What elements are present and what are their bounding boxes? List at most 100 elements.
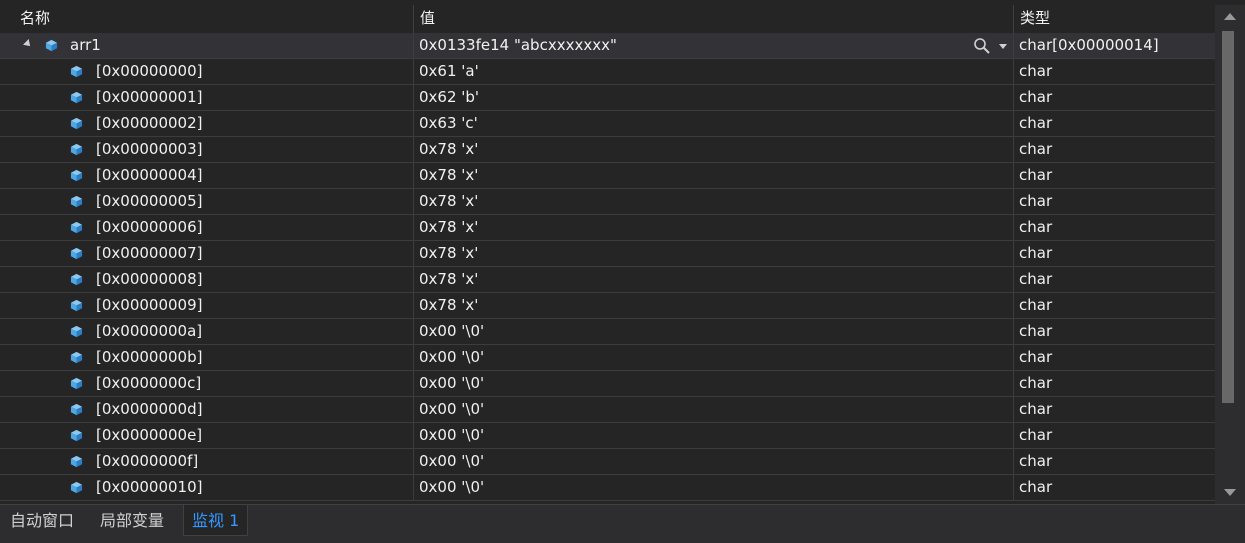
watch-row[interactable]: [0x0000000b] 0x00 '\0' char bbox=[0, 345, 1215, 371]
name-cell: [0x00000004] bbox=[0, 163, 414, 188]
element-value[interactable]: 0x00 '\0' bbox=[414, 371, 1014, 396]
element-name: [0x00000000] bbox=[96, 62, 203, 80]
watch-row[interactable]: [0x0000000c] 0x00 '\0' char bbox=[0, 371, 1215, 397]
element-value[interactable]: 0x78 'x' bbox=[414, 189, 1014, 214]
watch-row[interactable]: [0x00000001] 0x62 'b' char bbox=[0, 85, 1215, 111]
watch-row[interactable]: [0x00000009] 0x78 'x' char bbox=[0, 293, 1215, 319]
name-cell: [0x0000000b] bbox=[0, 345, 414, 370]
watch-row[interactable]: [0x00000000] 0x61 'a' char bbox=[0, 59, 1215, 85]
cube-icon bbox=[70, 91, 83, 104]
watch-row[interactable]: [0x00000002] 0x63 'c' char bbox=[0, 111, 1215, 137]
element-name: [0x0000000a] bbox=[96, 322, 203, 340]
element-type: char bbox=[1019, 452, 1053, 470]
tab-3[interactable]: 监视 1 bbox=[183, 505, 249, 536]
element-type: char bbox=[1019, 400, 1053, 418]
watch-row[interactable]: [0x0000000e] 0x00 '\0' char bbox=[0, 423, 1215, 449]
watch-row[interactable]: [0x0000000a] 0x00 '\0' char bbox=[0, 319, 1215, 345]
scroll-up-icon[interactable] bbox=[1224, 13, 1236, 20]
search-icon[interactable] bbox=[973, 37, 991, 55]
watch-row[interactable]: [0x00000007] 0x78 'x' char bbox=[0, 241, 1215, 267]
element-type: char bbox=[1019, 478, 1053, 496]
header-name[interactable]: 名称 bbox=[14, 5, 414, 33]
name-cell: [0x00000005] bbox=[0, 189, 414, 214]
root-type: char[0x00000014] bbox=[1019, 36, 1159, 54]
watch-row[interactable]: [0x00000006] 0x78 'x' char bbox=[0, 215, 1215, 241]
vertical-scrollbar[interactable] bbox=[1215, 5, 1245, 504]
element-value[interactable]: 0x00 '\0' bbox=[414, 475, 1014, 500]
element-type: char bbox=[1019, 166, 1053, 184]
header-value[interactable]: 值 bbox=[414, 5, 1014, 33]
element-name: [0x0000000f] bbox=[96, 452, 199, 470]
element-name: [0x00000010] bbox=[96, 478, 203, 496]
watch-row[interactable]: [0x00000004] 0x78 'x' char bbox=[0, 163, 1215, 189]
name-cell: [0x00000010] bbox=[0, 475, 414, 500]
watch-row[interactable]: [0x00000008] 0x78 'x' char bbox=[0, 267, 1215, 293]
name-cell: [0x0000000c] bbox=[0, 371, 414, 396]
cube-icon bbox=[70, 169, 83, 182]
chevron-down-icon[interactable] bbox=[999, 44, 1007, 49]
root-value-cell[interactable]: 0x0133fe14 "abcxxxxxxx" bbox=[414, 33, 1014, 58]
expand-triangle-icon[interactable] bbox=[23, 39, 33, 49]
tab-1[interactable]: 自动窗口 bbox=[2, 505, 82, 536]
element-value[interactable]: 0x00 '\0' bbox=[414, 397, 1014, 422]
cube-icon bbox=[70, 429, 83, 442]
cube-icon bbox=[70, 65, 83, 78]
element-type: char bbox=[1019, 296, 1053, 314]
element-type: char bbox=[1019, 374, 1053, 392]
root-value: 0x0133fe14 "abcxxxxxxx" bbox=[419, 36, 617, 54]
scroll-down-icon[interactable] bbox=[1224, 489, 1236, 496]
element-value[interactable]: 0x00 '\0' bbox=[414, 423, 1014, 448]
cube-icon bbox=[70, 143, 83, 156]
cube-icon bbox=[70, 455, 83, 468]
element-name: [0x0000000e] bbox=[96, 426, 203, 444]
element-type: char bbox=[1019, 88, 1053, 106]
element-value[interactable]: 0x78 'x' bbox=[414, 241, 1014, 266]
cube-icon bbox=[70, 195, 83, 208]
cube-icon bbox=[70, 273, 83, 286]
watch-row[interactable]: [0x00000003] 0x78 'x' char bbox=[0, 137, 1215, 163]
name-cell: [0x00000006] bbox=[0, 215, 414, 240]
element-name: [0x0000000b] bbox=[96, 348, 203, 366]
watch-row-root[interactable]: arr1 0x0133fe14 "abcxxxxxxx" char[0x0000… bbox=[0, 33, 1215, 59]
cube-icon bbox=[45, 39, 58, 52]
element-value[interactable]: 0x78 'x' bbox=[414, 293, 1014, 318]
watch-row[interactable]: [0x00000010] 0x00 '\0' char bbox=[0, 475, 1215, 501]
scroll-thumb[interactable] bbox=[1222, 31, 1234, 403]
column-header: 名称 值 类型 bbox=[0, 5, 1215, 33]
watch-row[interactable]: [0x0000000d] 0x00 '\0' char bbox=[0, 397, 1215, 423]
element-name: [0x00000008] bbox=[96, 270, 203, 288]
element-value[interactable]: 0x78 'x' bbox=[414, 267, 1014, 292]
watch-rows: arr1 0x0133fe14 "abcxxxxxxx" char[0x0000… bbox=[0, 33, 1215, 501]
element-value[interactable]: 0x78 'x' bbox=[414, 163, 1014, 188]
cube-icon bbox=[70, 325, 83, 338]
tab-2[interactable]: 局部变量 bbox=[92, 505, 172, 536]
element-type: char bbox=[1019, 192, 1053, 210]
cube-icon bbox=[70, 403, 83, 416]
watch-row[interactable]: [0x00000005] 0x78 'x' char bbox=[0, 189, 1215, 215]
element-type: char bbox=[1019, 426, 1053, 444]
name-cell: [0x00000008] bbox=[0, 267, 414, 292]
element-type: char bbox=[1019, 114, 1053, 132]
element-value[interactable]: 0x78 'x' bbox=[414, 137, 1014, 162]
tab-bar: 自动窗口 局部变量 监视 1 bbox=[0, 504, 1245, 543]
header-type[interactable]: 类型 bbox=[1014, 5, 1215, 33]
element-type: char bbox=[1019, 270, 1053, 288]
element-value[interactable]: 0x00 '\0' bbox=[414, 319, 1014, 344]
element-type: char bbox=[1019, 140, 1053, 158]
element-value[interactable]: 0x00 '\0' bbox=[414, 449, 1014, 474]
element-value[interactable]: 0x61 'a' bbox=[414, 59, 1014, 84]
element-type: char bbox=[1019, 348, 1053, 366]
name-cell: [0x0000000d] bbox=[0, 397, 414, 422]
cube-icon bbox=[70, 481, 83, 494]
element-value[interactable]: 0x00 '\0' bbox=[414, 345, 1014, 370]
element-name: [0x00000005] bbox=[96, 192, 203, 210]
cube-icon bbox=[70, 247, 83, 260]
element-value[interactable]: 0x78 'x' bbox=[414, 215, 1014, 240]
element-value[interactable]: 0x62 'b' bbox=[414, 85, 1014, 110]
element-value[interactable]: 0x63 'c' bbox=[414, 111, 1014, 136]
root-name-cell: arr1 bbox=[0, 33, 414, 58]
cube-icon bbox=[70, 299, 83, 312]
name-cell: [0x0000000f] bbox=[0, 449, 414, 474]
watch-row[interactable]: [0x0000000f] 0x00 '\0' char bbox=[0, 449, 1215, 475]
element-type: char bbox=[1019, 322, 1053, 340]
